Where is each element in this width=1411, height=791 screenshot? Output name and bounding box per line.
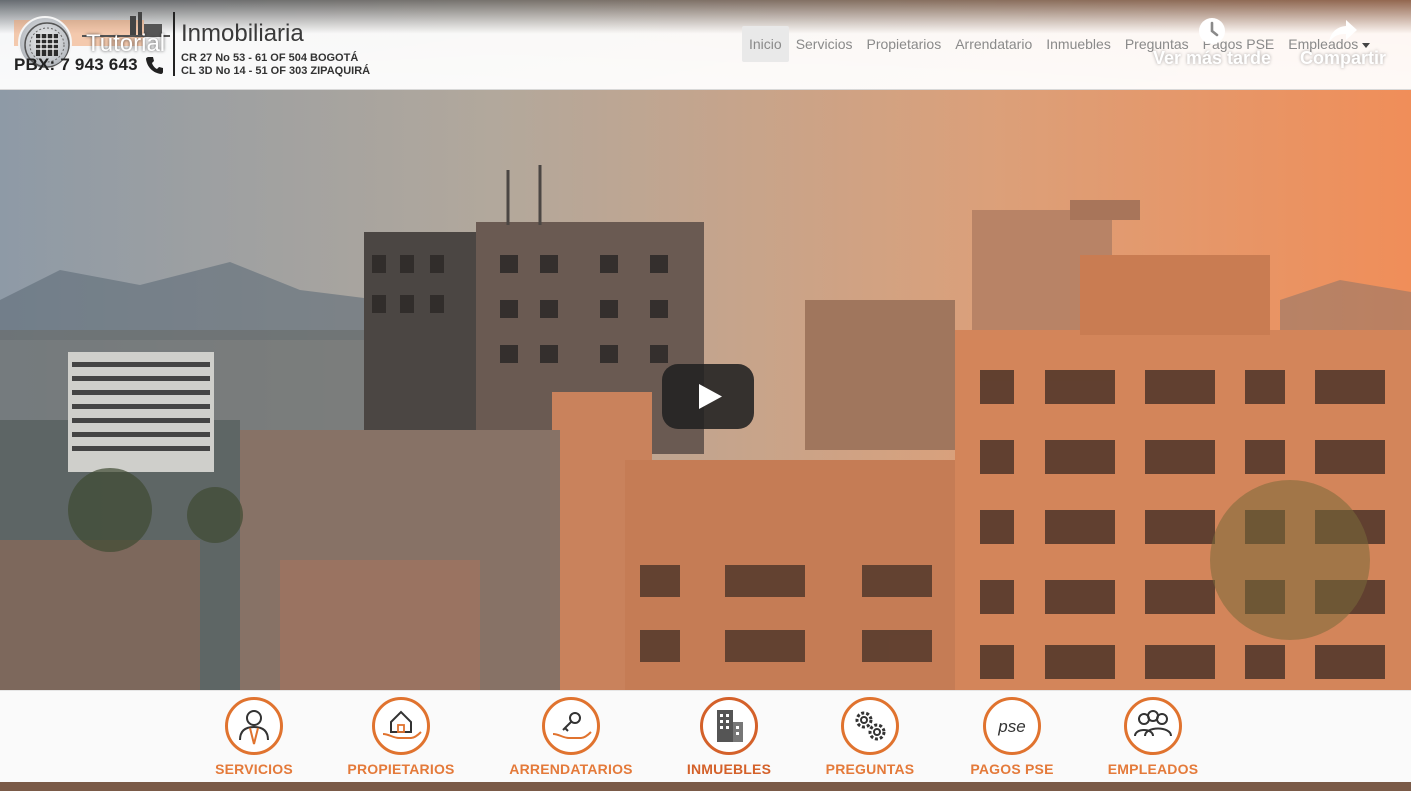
building-icon [700, 697, 758, 755]
address-zipaquira: CL 3D No 14 - 51 OF 303 ZIPAQUIRÁ [181, 65, 371, 77]
service-inmuebles[interactable]: INMUEBLES [659, 697, 799, 777]
clock-icon [1195, 16, 1229, 46]
address-bogota: CR 27 No 53 - 61 OF 504 BOGOTÁ [181, 52, 359, 64]
service-label: PREGUNTAS [825, 761, 915, 777]
service-label: SERVICIOS [215, 761, 293, 777]
service-pagos-pse[interactable]: pse PAGOS PSE [942, 697, 1082, 777]
service-label: ARRENDATARIOS [509, 761, 633, 777]
gears-icon [841, 697, 899, 755]
logo-divider [173, 12, 175, 76]
service-label: EMPLEADOS [1107, 761, 1199, 777]
nav-arrendatario[interactable]: Arrendatario [948, 26, 1039, 62]
service-propietarios[interactable]: PROPIETARIOS [331, 697, 471, 777]
video-title[interactable]: Tutorial [86, 30, 165, 58]
nav-propietarios[interactable]: Propietarios [859, 26, 948, 62]
watch-later-label: Ver más tarde [1152, 48, 1272, 68]
share-label: Compartir [1299, 48, 1386, 68]
service-arrendatarios[interactable]: ARRENDATARIOS [501, 697, 641, 777]
brand-name: Inmobiliaria [181, 20, 304, 47]
nav-inmuebles[interactable]: Inmuebles [1039, 26, 1118, 62]
service-preguntas[interactable]: PREGUNTAS [800, 697, 940, 777]
phone-icon [145, 55, 165, 75]
service-label: INMUEBLES [686, 761, 772, 777]
nav-servicios[interactable]: Servicios [789, 26, 860, 62]
services-bar: SERVICIOS PROPIETARIOS ARRENDATARIOS INM… [0, 690, 1411, 782]
service-label: PROPIETARIOS [347, 761, 455, 777]
service-label: PAGOS PSE [970, 761, 1054, 777]
play-button[interactable] [662, 364, 754, 429]
phone-number: PBX: 7 943 643 [14, 55, 138, 74]
pse-text: pse [997, 717, 1025, 736]
main-nav: Inicio Servicios Propietarios Arrendatar… [742, 26, 1377, 62]
share-icon [1326, 16, 1360, 46]
team-icon [1124, 697, 1182, 755]
key-hand-icon [542, 697, 600, 755]
agent-icon [225, 697, 283, 755]
play-icon [699, 384, 722, 409]
house-hand-icon [372, 697, 430, 755]
watch-later-button[interactable]: Ver más tarde [1150, 16, 1274, 69]
nav-inicio[interactable]: Inicio [742, 26, 789, 62]
service-servicios[interactable]: SERVICIOS [184, 697, 324, 777]
service-empleados[interactable]: EMPLEADOS [1083, 697, 1223, 777]
pse-icon: pse [983, 697, 1041, 755]
share-button[interactable]: Compartir [1296, 16, 1390, 69]
